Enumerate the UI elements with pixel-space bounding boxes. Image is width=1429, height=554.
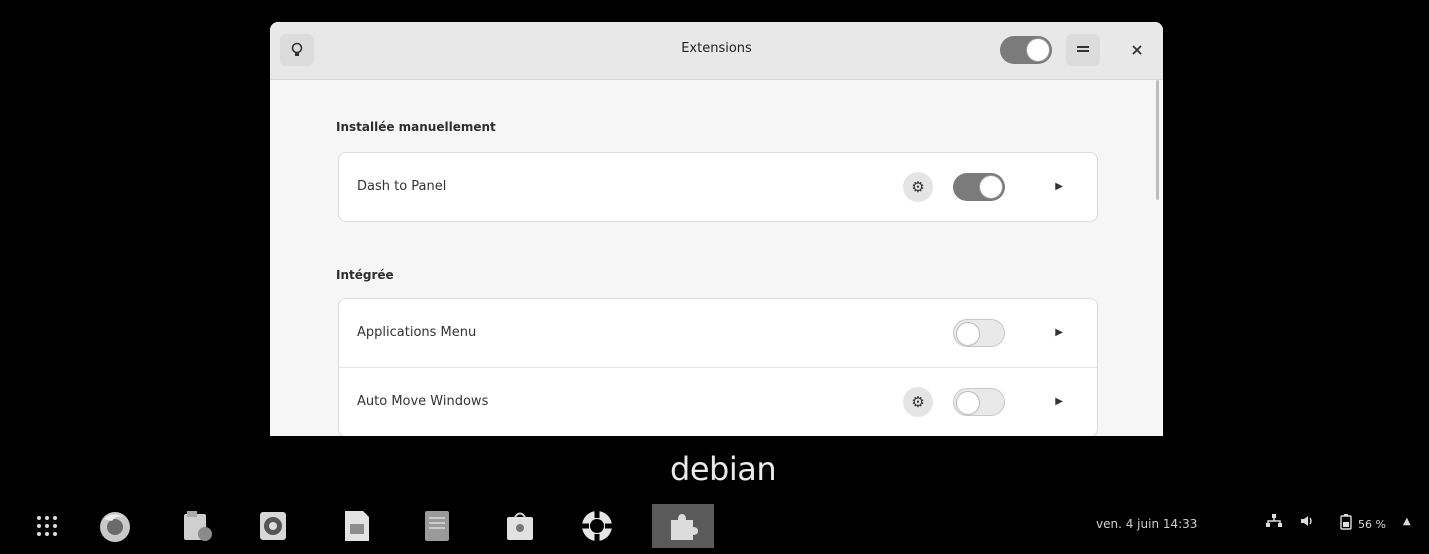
arrow-up-icon[interactable]: ▲ <box>1403 516 1411 527</box>
taskbar: ven. 4 juin 14:33 56 % ▲ <box>0 496 1429 554</box>
section-title-manual: Installée manuellement <box>336 120 496 134</box>
text-editor-icon[interactable] <box>420 508 454 544</box>
extension-toggle[interactable] <box>953 173 1005 201</box>
extension-toggle[interactable] <box>953 319 1005 347</box>
extensions-window: Extensions Installée manuellement Dash t… <box>270 22 1163 436</box>
scrollbar[interactable] <box>1156 80 1159 200</box>
clock[interactable]: ven. 4 juin 14:33 <box>1096 517 1197 531</box>
titlebar: Extensions <box>270 22 1163 80</box>
settings-gear-icon[interactable]: ⚙ <box>903 172 933 202</box>
builtin-extensions-list: Applications Menu ▶ Auto Move Windows ⚙ … <box>338 298 1098 436</box>
volume-icon[interactable] <box>1300 514 1314 532</box>
toggle-knob <box>979 175 1003 199</box>
debian-logo: debian <box>670 450 777 488</box>
hamburger-menu-icon[interactable] <box>1066 34 1100 66</box>
battery-icon[interactable] <box>1340 514 1352 534</box>
show-apps-icon[interactable] <box>30 508 64 544</box>
rhythmbox-icon[interactable] <box>256 508 290 544</box>
software-center-icon[interactable] <box>503 508 537 544</box>
section-title-builtin: Intégrée <box>336 268 394 282</box>
battery-percentage: 56 % <box>1358 518 1386 531</box>
extensions-icon[interactable] <box>652 504 714 548</box>
files-icon[interactable] <box>180 508 214 544</box>
extension-label: Dash to Panel <box>357 179 447 194</box>
extension-toggle[interactable] <box>953 388 1005 416</box>
close-icon[interactable] <box>1120 34 1154 66</box>
toggle-knob <box>1026 38 1050 62</box>
extension-label: Applications Menu <box>357 325 477 340</box>
settings-gear-icon[interactable]: ⚙ <box>903 387 933 417</box>
chevron-right-icon[interactable]: ▶ <box>1055 327 1063 338</box>
extension-row-auto-move-windows[interactable]: Auto Move Windows ⚙ ▶ <box>339 368 1097 436</box>
toggle-knob <box>956 391 980 415</box>
firefox-icon[interactable] <box>98 508 132 544</box>
help-icon[interactable] <box>580 508 614 544</box>
extension-label: Auto Move Windows <box>357 394 489 409</box>
chevron-right-icon[interactable]: ▶ <box>1055 396 1063 407</box>
manual-extensions-list: Dash to Panel ⚙ ▶ <box>338 152 1098 222</box>
chevron-right-icon[interactable]: ▶ <box>1055 181 1063 192</box>
global-extensions-toggle[interactable] <box>1000 36 1052 64</box>
network-icon[interactable] <box>1266 514 1282 532</box>
libreoffice-writer-icon[interactable] <box>340 508 374 544</box>
extension-row-dash-to-panel[interactable]: Dash to Panel ⚙ ▶ <box>339 153 1097 221</box>
extension-row-applications-menu[interactable]: Applications Menu ▶ <box>339 299 1097 368</box>
toggle-knob <box>956 322 980 346</box>
